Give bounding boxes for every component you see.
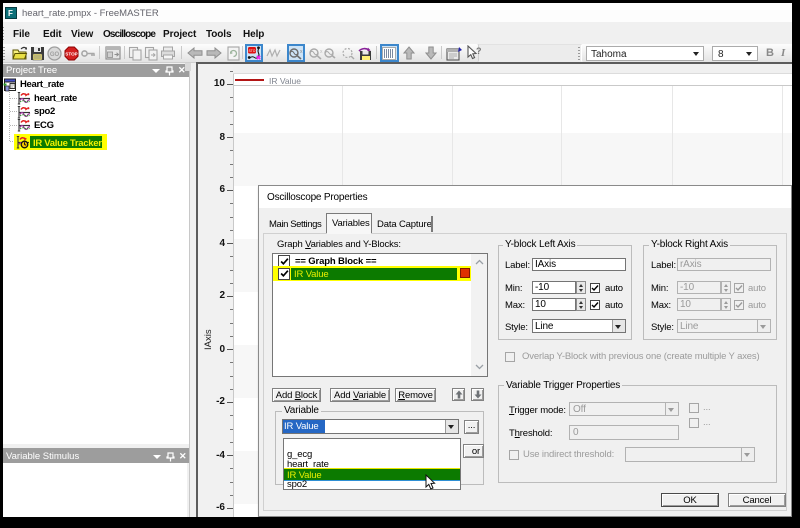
svg-text:x: x — [300, 49, 303, 55]
svg-text:STOP: STOP — [65, 52, 77, 57]
svg-text:GO: GO — [50, 52, 60, 58]
svg-text:STO: STO — [249, 48, 256, 52]
svg-text:?: ? — [476, 46, 481, 56]
